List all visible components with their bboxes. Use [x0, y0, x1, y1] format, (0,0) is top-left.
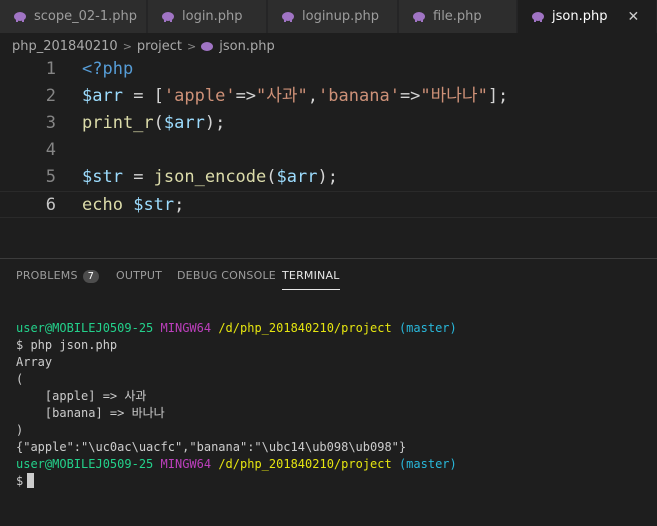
tab-login[interactable]: login.php — [148, 0, 267, 33]
chevron-right-icon: > — [187, 39, 197, 53]
string-token: 'apple' — [163, 86, 236, 106]
line-number: 2 — [45, 86, 56, 106]
terminal-output-line: {"apple":"\uc0ac\uacfc","banana":"\ubc14… — [16, 440, 407, 454]
operator-token: => — [399, 86, 421, 106]
terminal-user: user@MOBILEJ0509-25 — [16, 321, 154, 335]
tab-problems-label: PROBLEMS — [16, 269, 78, 282]
terminal-output-line: ( — [16, 372, 24, 386]
terminal-path: /d/php_201840210/project — [218, 321, 392, 335]
operator-token: = [ — [122, 86, 164, 106]
close-icon[interactable]: ✕ — [627, 9, 639, 25]
terminal-output-line: [apple] => 사과 — [16, 389, 147, 403]
punctuation-token: ]; — [487, 86, 509, 106]
punctuation-token: , — [307, 86, 319, 106]
line-number: 3 — [45, 113, 56, 133]
panel-tab-bar: PROBLEMS 7 OUTPUT DEBUG CONSOLE TERMINAL — [0, 260, 657, 294]
breadcrumb-folder[interactable]: project — [137, 39, 182, 54]
punctuation-token: ( — [266, 167, 277, 187]
code-line[interactable]: 5 $str = json_encode($arr); — [0, 164, 657, 191]
problems-count-badge: 7 — [82, 270, 100, 283]
terminal-prompt-line: user@MOBILEJ0509-25 MINGW64 /d/php_20184… — [16, 320, 457, 337]
tab-loginup[interactable]: loginup.php — [268, 0, 398, 33]
php-file-icon — [162, 12, 174, 22]
code-line[interactable]: 4 — [0, 137, 657, 164]
terminal-shell: MINGW64 — [160, 457, 212, 471]
terminal-path: /d/php_201840210/project — [218, 457, 392, 471]
variable-token: $arr — [163, 113, 205, 133]
php-file-icon — [532, 12, 544, 22]
editor-tab-bar: scope_02-1.php login.php loginup.php fil… — [0, 0, 657, 33]
function-token: json_encode — [153, 167, 267, 187]
punctuation-token: ); — [204, 113, 226, 133]
code-line[interactable]: 3 print_r($arr); — [0, 110, 657, 137]
terminal-prompt: $ — [16, 474, 24, 488]
terminal-branch: (master) — [398, 321, 457, 335]
tab-label: file.php — [433, 9, 482, 24]
line-number: 1 — [45, 59, 56, 79]
tab-file[interactable]: file.php — [399, 0, 517, 33]
line-number: 4 — [45, 140, 56, 160]
tab-label: login.php — [182, 9, 243, 24]
string-token: "사과" — [256, 86, 308, 106]
terminal-output-line: [banana] => 바나나 — [16, 406, 165, 420]
tab-json[interactable]: json.php ✕ — [518, 0, 657, 33]
punctuation-token: ( — [153, 113, 164, 133]
tab-problems[interactable]: PROBLEMS 7 — [16, 269, 100, 283]
terminal-prompt-line: user@MOBILEJ0509-25 MINGW64 /d/php_20184… — [16, 456, 457, 473]
breadcrumb-file[interactable]: json.php — [219, 39, 274, 54]
panel-divider — [0, 258, 657, 259]
punctuation-token: ); — [317, 167, 338, 187]
tab-label: json.php — [552, 9, 608, 24]
line-number: 5 — [45, 167, 56, 187]
code-line[interactable]: 1 <?php — [0, 56, 657, 83]
line-number: 6 — [45, 195, 56, 215]
terminal-shell: MINGW64 — [160, 321, 212, 335]
php-file-icon — [413, 12, 425, 22]
terminal-input-line[interactable]: $ — [16, 473, 457, 490]
php-file-icon — [282, 12, 294, 22]
breadcrumb: php_201840210 > project > json.php — [12, 37, 275, 55]
function-token: print_r — [82, 113, 154, 133]
code-line[interactable]: 2 $arr = ['apple'=>"사과",'banana'=>"바나나"]… — [0, 83, 657, 110]
terminal-branch: (master) — [398, 457, 457, 471]
variable-token: $str — [82, 167, 123, 187]
php-file-icon — [14, 12, 26, 22]
php-open-tag: <?php — [82, 59, 134, 79]
tab-output[interactable]: OUTPUT — [116, 269, 162, 282]
keyword-token: echo — [82, 195, 123, 215]
php-file-icon — [201, 41, 214, 51]
chevron-right-icon: > — [122, 39, 132, 53]
terminal-output-line: Array — [16, 355, 53, 369]
code-editor[interactable]: 1 <?php 2 $arr = ['apple'=>"사과",'banana'… — [0, 56, 657, 256]
tab-scope-02-1[interactable]: scope_02-1.php — [0, 0, 147, 33]
terminal-command: $ php json.php — [16, 338, 118, 352]
variable-token: $arr — [276, 167, 318, 187]
breadcrumb-root[interactable]: php_201840210 — [12, 39, 118, 54]
terminal-user: user@MOBILEJ0509-25 — [16, 457, 154, 471]
string-token: 'banana' — [318, 86, 400, 106]
terminal-cursor — [27, 473, 35, 488]
code-line-current[interactable]: 6 echo $str; — [0, 191, 657, 218]
variable-token: $arr — [82, 86, 123, 106]
terminal-output[interactable]: user@MOBILEJ0509-25 MINGW64 /d/php_20184… — [16, 320, 457, 490]
tab-terminal[interactable]: TERMINAL — [282, 269, 340, 290]
string-token: "바나나" — [420, 86, 488, 106]
tab-debug-console[interactable]: DEBUG CONSOLE — [177, 269, 276, 282]
operator-token: => — [235, 86, 257, 106]
terminal-output-line: ) — [16, 423, 24, 437]
punctuation-token: ; — [174, 195, 185, 215]
operator-token: = — [122, 167, 154, 187]
tab-label: scope_02-1.php — [34, 9, 138, 24]
tab-label: loginup.php — [302, 9, 380, 24]
variable-token: $str — [133, 195, 175, 215]
